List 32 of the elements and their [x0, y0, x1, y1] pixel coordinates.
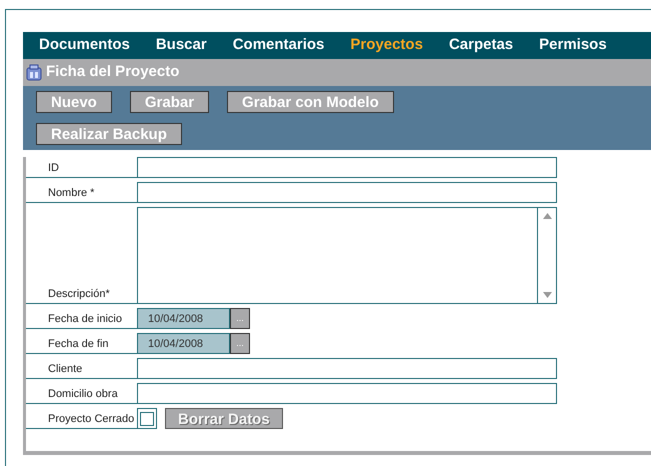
date-field[interactable]: 10/04/2008	[137, 308, 230, 329]
field-label: Nombre *	[48, 186, 94, 200]
date-picker-button[interactable]: ...	[230, 333, 250, 354]
checkbox[interactable]	[140, 412, 154, 426]
project-icon	[25, 64, 43, 82]
date-field[interactable]: 10/04/2008	[137, 333, 230, 354]
nav-tab[interactable]: Permisos	[539, 34, 607, 57]
field-label: Fecha de inicio	[48, 312, 122, 326]
field-label: Cliente	[48, 362, 82, 376]
text-field[interactable]	[137, 383, 557, 404]
text-area[interactable]	[137, 207, 557, 304]
toolbar-button[interactable]: Grabar	[130, 91, 210, 113]
text-field[interactable]	[137, 182, 557, 203]
nav-tab[interactable]: Proyectos	[350, 34, 423, 57]
field-label: Domicilio obra	[48, 386, 118, 402]
page-title: Ficha del Proyecto	[46, 62, 180, 82]
nav-tab[interactable]: Carpetas	[448, 34, 514, 57]
field-label: Fecha de fin	[48, 336, 109, 352]
field-label: Descripción*	[48, 286, 110, 302]
date-picker-button[interactable]: ...	[230, 308, 250, 329]
nav-tab[interactable]: Documentos	[39, 34, 130, 57]
toolbar-button[interactable]: Nuevo	[36, 91, 112, 113]
text-field[interactable]	[137, 358, 557, 379]
nav-tab[interactable]: Buscar	[156, 34, 207, 57]
field-label: ID	[48, 160, 59, 176]
field-label: Proyecto Cerrado	[48, 412, 134, 426]
text-field[interactable]	[137, 157, 557, 178]
scroll-down-icon[interactable]	[542, 292, 552, 298]
scroll-up-icon[interactable]	[542, 213, 552, 219]
nav-tab[interactable]: Comentarios	[232, 34, 324, 57]
toolbar-button[interactable]: Grabar con Modelo	[227, 91, 394, 113]
toolbar-button[interactable]: Realizar Backup	[36, 123, 182, 145]
